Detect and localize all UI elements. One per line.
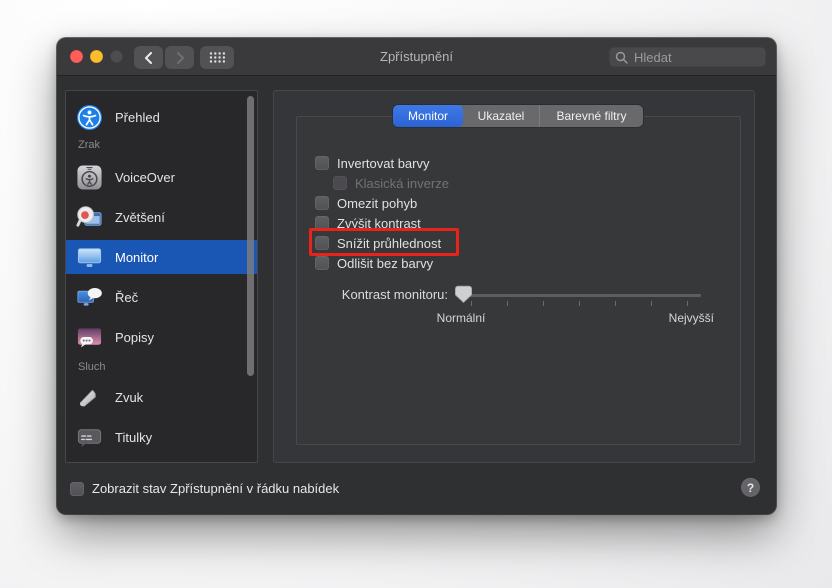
checkbox-box[interactable]	[315, 156, 329, 170]
speech-icon	[76, 284, 103, 311]
sidebar-item-popisy[interactable]: Popisy	[66, 320, 257, 354]
footer-checkbox-label: Zobrazit stav Zpřístupnění v řádku nabíd…	[92, 481, 340, 496]
slider-tick	[543, 301, 544, 306]
chevron-left-icon	[144, 51, 152, 64]
sidebar-item-label: Titulky	[115, 429, 153, 445]
help-button[interactable]: ?	[741, 478, 760, 497]
sidebar-item-zvetseni[interactable]: Zvětšení	[66, 200, 257, 234]
sidebar-item-label: Zvětšení	[115, 209, 165, 225]
search-input[interactable]	[632, 48, 760, 66]
sidebar-item-zvuk[interactable]: Zvuk	[66, 380, 257, 414]
tab-barevne-filtry[interactable]: Barevné filtry	[539, 105, 643, 127]
checkbox-box[interactable]	[315, 236, 329, 250]
checkbox-label: Invertovat barvy	[337, 155, 430, 171]
desktop-background: Zpřístupnění Hledat Přehled Zrak VoiceOv…	[0, 0, 832, 588]
sidebar-item-rec[interactable]: Řeč	[66, 280, 257, 314]
slider-tick	[651, 301, 652, 306]
checkbox-odlisit-bez-barvy[interactable]: Odlišit bez barvy	[315, 253, 433, 273]
captions-icon	[76, 424, 103, 451]
tab-ukazatel[interactable]: Ukazatel	[463, 105, 539, 127]
accessibility-preferences-window: Zpřístupnění Hledat Přehled Zrak VoiceOv…	[57, 38, 776, 514]
checkbox-label: Klasická inverze	[355, 175, 449, 191]
sidebar-item-monitor[interactable]: Monitor	[66, 240, 257, 274]
checkbox-invertovat-barvy[interactable]: Invertovat barvy	[315, 153, 430, 173]
slider-min-label: Normální	[436, 311, 486, 325]
checkbox-box	[333, 176, 347, 190]
nav-buttons	[134, 46, 194, 69]
sidebar-item-prehled[interactable]: Přehled	[66, 100, 257, 134]
chevron-right-icon	[176, 51, 184, 64]
magnifier-icon	[615, 51, 628, 64]
zoom-button	[110, 50, 123, 63]
search-field[interactable]	[609, 47, 766, 67]
contrast-slider-track[interactable]	[456, 294, 701, 297]
slider-tick	[471, 301, 472, 306]
menubar-status-checkbox-row[interactable]: Zobrazit stav Zpřístupnění v řádku nabíd…	[70, 481, 339, 496]
sidebar-item-label: Zvuk	[115, 389, 144, 405]
checkbox-label: Omezit pohyb	[337, 195, 418, 211]
slider-tick	[579, 301, 580, 306]
minimize-button[interactable]	[90, 50, 103, 63]
sidebar-item-voiceover[interactable]: VoiceOver	[66, 160, 257, 194]
checkbox-omezit-pohyb[interactable]: Omezit pohyb	[315, 193, 417, 213]
audio-icon	[76, 384, 103, 411]
show-all-button[interactable]	[200, 46, 234, 69]
checkbox-snizit-pruhlednost[interactable]: Snížit průhlednost	[315, 233, 441, 253]
sidebar-item-label: Popisy	[115, 329, 155, 345]
checkbox-klasicka-inverze: Klasická inverze	[333, 173, 449, 193]
tab-monitor[interactable]: Monitor	[393, 105, 463, 127]
slider-tick	[507, 301, 508, 306]
grid-icon	[209, 52, 225, 63]
sidebar-item-label: Přehled	[115, 109, 160, 125]
checkbox-zvysit-kontrast[interactable]: Zvýšit kontrast	[315, 213, 421, 233]
sidebar-item-label: Monitor	[115, 249, 159, 265]
question-mark-icon: ?	[746, 480, 755, 495]
checkbox-box[interactable]	[315, 256, 329, 270]
sidebar-item-titulky[interactable]: Titulky	[66, 420, 257, 454]
sidebar-item-label: Řeč	[115, 289, 139, 305]
close-button[interactable]	[70, 50, 83, 63]
checkbox-label: Odlišit bez barvy	[337, 255, 434, 271]
voiceover-icon	[76, 164, 103, 191]
descriptions-icon	[76, 324, 103, 351]
forward-button	[165, 46, 194, 69]
checkbox-label: Snížit průhlednost	[337, 235, 442, 251]
zoom-magnifier-icon	[76, 204, 103, 231]
slider-tick	[615, 301, 616, 306]
slider-tick	[687, 301, 688, 306]
sidebar-scrollbar-thumb[interactable]	[247, 96, 254, 376]
display-icon	[76, 244, 103, 271]
sidebar-section-zrak: Zrak	[78, 139, 100, 151]
slider-max-label: Nejvyšší	[668, 311, 714, 325]
tab-bar: Monitor Ukazatel Barevné filtry	[393, 105, 643, 127]
accessibility-overview-icon	[76, 104, 103, 131]
content-pane: Monitor Ukazatel Barevné filtry Invertov…	[273, 90, 755, 463]
traffic-lights	[70, 50, 123, 63]
checkbox-label: Zvýšit kontrast	[337, 215, 421, 231]
sidebar: Přehled Zrak VoiceOver Zvětšení Monitor …	[65, 90, 258, 463]
sidebar-item-label: VoiceOver	[115, 169, 175, 185]
sidebar-section-sluch: Sluch	[78, 361, 106, 373]
slider-label: Kontrast monitoru:	[341, 287, 448, 302]
checkbox-box[interactable]	[70, 481, 84, 496]
back-button[interactable]	[134, 46, 163, 69]
checkbox-box[interactable]	[315, 196, 329, 210]
checkbox-box[interactable]	[315, 216, 329, 230]
titlebar[interactable]: Zpřístupnění	[57, 38, 776, 76]
